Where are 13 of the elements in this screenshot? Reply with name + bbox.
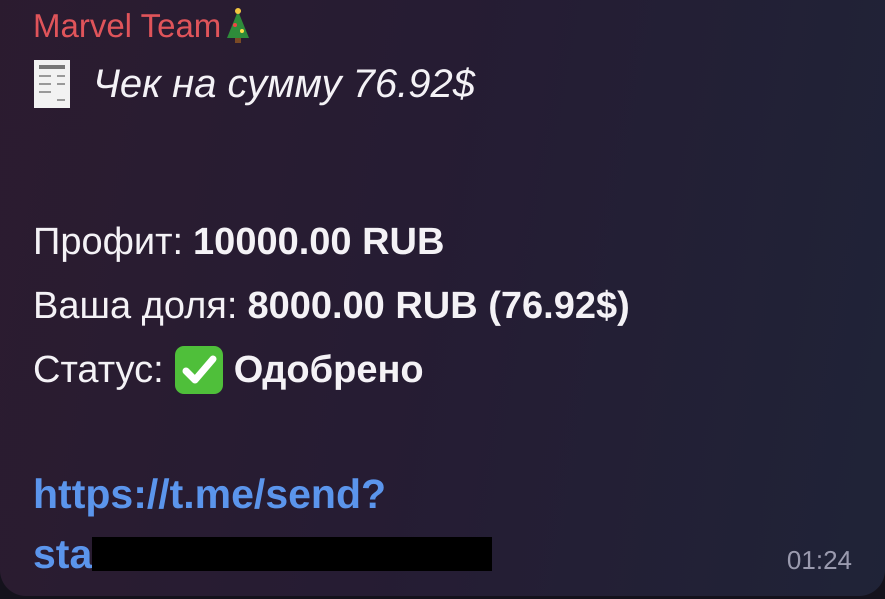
field-label: Ваша доля: [33,284,238,328]
link[interactable]: sta [33,524,92,584]
receipt-title: Чек на сумму 76.92$ [93,62,475,106]
sender-name[interactable]: Marvel Team [33,4,222,48]
field-label: Профит: [33,220,184,264]
check-mark-icon [174,345,224,395]
link[interactable]: https://t.me/send? [33,464,386,524]
receipt-icon [33,59,71,109]
field-value: 8000.00 RUB (76.92$) [247,284,630,328]
field-value: Одобрено [234,348,424,392]
message-time: 01:24 [786,545,852,576]
field-label: Статус: [33,348,164,392]
field-value: 10000.00 RUB [193,220,444,264]
